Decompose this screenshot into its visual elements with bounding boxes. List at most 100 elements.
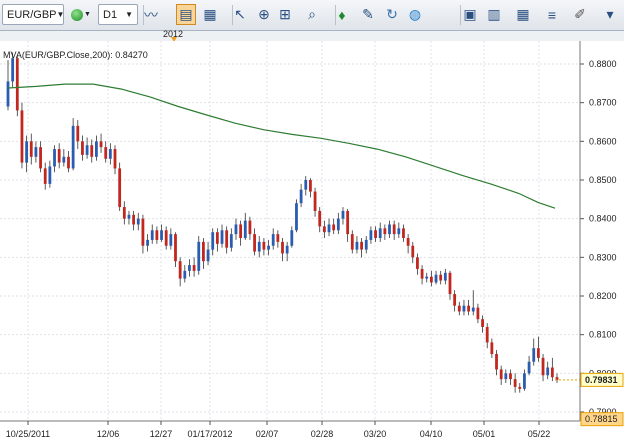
table-icon[interactable]: ▥ bbox=[484, 4, 504, 25]
candle-body bbox=[402, 228, 405, 238]
candle-body bbox=[25, 141, 29, 163]
symbol-selector[interactable]: EUR/GBP ▼ bbox=[2, 4, 64, 25]
candle-body bbox=[350, 234, 354, 250]
crosshair-icon[interactable]: ⊕ bbox=[254, 4, 274, 25]
candle-body bbox=[374, 230, 377, 238]
candle-body bbox=[523, 373, 526, 389]
candle-body bbox=[346, 210, 350, 235]
x-tick-label: 02/07 bbox=[256, 429, 279, 439]
x-tick-label: 01/17/2012 bbox=[187, 429, 232, 439]
candle-body bbox=[95, 141, 98, 157]
candle-body bbox=[429, 276, 433, 283]
candle-body bbox=[416, 257, 419, 269]
candle-body bbox=[467, 305, 470, 312]
candle-body bbox=[211, 232, 215, 250]
candle-body bbox=[406, 238, 410, 246]
candle-body bbox=[267, 245, 270, 250]
chevron-down-icon: ▼ bbox=[56, 10, 65, 19]
candle-body bbox=[253, 234, 256, 252]
candle-body bbox=[383, 228, 387, 235]
candle-body bbox=[281, 241, 284, 254]
y-tick-label: 0.8300 bbox=[589, 252, 617, 262]
candle-body bbox=[336, 218, 340, 231]
x-tick-label: 12/27 bbox=[150, 429, 173, 439]
candle-body bbox=[318, 210, 322, 227]
candle-body bbox=[518, 386, 522, 389]
status-globe-icon[interactable]: ▼ bbox=[70, 4, 92, 25]
candle-body bbox=[43, 168, 47, 184]
note-icon[interactable]: ✎ bbox=[358, 4, 378, 25]
candle bbox=[15, 56, 19, 117]
candle-body bbox=[15, 58, 19, 111]
candle-body bbox=[132, 214, 136, 225]
y-tick-label: 0.8500 bbox=[589, 175, 617, 185]
candle bbox=[71, 118, 75, 171]
candle-body bbox=[183, 270, 187, 279]
options-icon[interactable]: ▾ bbox=[600, 4, 620, 25]
candle-body bbox=[392, 224, 396, 235]
candle bbox=[118, 162, 122, 211]
candle-body bbox=[504, 373, 508, 380]
candle-body bbox=[490, 342, 494, 354]
date-bar: 2012 bbox=[0, 29, 624, 42]
cursor-icon[interactable]: ↖ bbox=[230, 4, 250, 25]
marker-icon[interactable]: ♦ bbox=[332, 4, 352, 25]
candle-body bbox=[99, 141, 103, 148]
candle-body bbox=[546, 367, 550, 376]
candle-body bbox=[304, 180, 308, 190]
search-icon[interactable]: ⌕ bbox=[302, 4, 322, 25]
candle-body bbox=[276, 234, 280, 242]
candle-body bbox=[113, 149, 117, 169]
candle-body bbox=[67, 156, 70, 169]
candle-body bbox=[81, 141, 84, 155]
candle-body bbox=[229, 234, 233, 248]
candle-body bbox=[118, 168, 122, 208]
candle-body bbox=[462, 305, 466, 312]
candle-body bbox=[108, 149, 112, 159]
candle-body bbox=[127, 214, 131, 219]
grid-icon[interactable]: ▦ bbox=[513, 4, 533, 25]
candle-body bbox=[85, 145, 89, 155]
pen-icon[interactable]: ✐ bbox=[570, 4, 590, 25]
candle-body bbox=[225, 230, 229, 248]
refresh-icon[interactable]: ↻ bbox=[382, 4, 402, 25]
candle-body bbox=[20, 110, 24, 163]
globe-icon[interactable]: ◍ bbox=[405, 4, 425, 25]
candle-body bbox=[239, 224, 243, 238]
candle-body bbox=[536, 348, 540, 358]
candle-body bbox=[104, 147, 108, 159]
candle-body bbox=[188, 265, 191, 271]
candle-body bbox=[6, 81, 10, 107]
candle-body bbox=[355, 241, 359, 250]
lines-icon[interactable]: ≡ bbox=[542, 4, 562, 25]
price-chart[interactable]: 0.8800 0.8700 0.8600 0.8500 0.8400 0.8300 0.82… bbox=[0, 41, 624, 445]
candle-body bbox=[155, 230, 159, 240]
candle-body bbox=[76, 125, 80, 142]
candle-body bbox=[34, 147, 38, 157]
timeframe-selector[interactable]: D1 ▼ bbox=[98, 4, 138, 25]
toolbar: EUR/GBP ▼ ▼ D1 ▼ 〰 ▤ ▦ ↖ ⊕ ⊞ ⌕ ♦ ✎ ↻ ◍ ▣ ▥ ▦ ≡ ✐ ▾ bbox=[0, 0, 624, 31]
candle-body bbox=[169, 234, 173, 246]
chart-type-icon[interactable]: ▤ bbox=[176, 4, 196, 25]
x-tick-label: 12/06 bbox=[97, 429, 120, 439]
candle-body bbox=[202, 241, 205, 262]
candle-body bbox=[378, 228, 382, 238]
candle-body bbox=[388, 224, 391, 235]
candle bbox=[295, 199, 298, 233]
zoom-icon[interactable]: ⊞ bbox=[275, 4, 295, 25]
candle-body bbox=[248, 220, 252, 235]
candle bbox=[20, 102, 24, 169]
candle-body bbox=[360, 241, 363, 250]
chart-window-icon[interactable]: ▦ bbox=[200, 4, 220, 25]
line-chart-icon[interactable]: 〰 bbox=[141, 4, 161, 25]
candle-body bbox=[513, 379, 517, 387]
candle-body bbox=[136, 218, 140, 225]
image-icon[interactable]: ▣ bbox=[460, 4, 480, 25]
candle-body bbox=[53, 149, 56, 167]
candle-body bbox=[411, 245, 415, 258]
y-tick-label: 0.8700 bbox=[589, 98, 617, 108]
candle-body bbox=[234, 224, 238, 235]
candle-body bbox=[476, 307, 480, 320]
candle-body bbox=[434, 274, 438, 283]
x-tick-label: 04/10 bbox=[420, 429, 443, 439]
